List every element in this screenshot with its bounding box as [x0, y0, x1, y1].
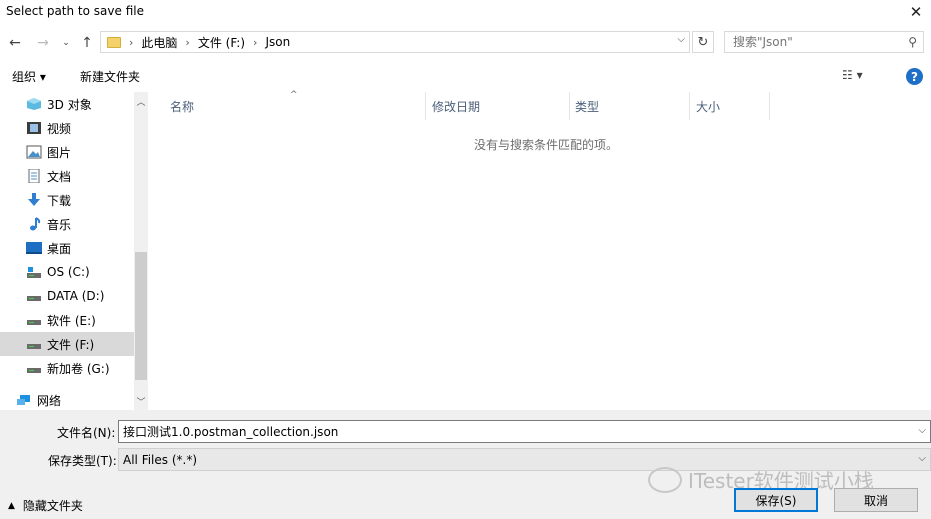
cube-icon	[26, 97, 42, 111]
navigation-pane: 3D 对象 视频 图片 文档 下载 音乐 桌面 OS (C:) DATA (D:…	[0, 92, 148, 410]
title-bar: Select path to save file ✕	[0, 0, 931, 24]
scroll-up-icon[interactable]: ︿	[134, 94, 148, 108]
details-view-icon: ☷	[842, 68, 853, 82]
sidebar-item-label: 网络	[37, 393, 62, 408]
scroll-down-icon[interactable]: ﹀	[134, 394, 148, 408]
filename-field[interactable]: 接口测试1.0.postman_collection.json ⌵	[118, 420, 931, 443]
drive-icon	[26, 313, 42, 327]
sidebar-item-drive-f[interactable]: 文件 (F:)	[0, 332, 134, 356]
sidebar-item-drive-c[interactable]: OS (C:)	[0, 260, 134, 284]
help-button[interactable]: ?	[906, 68, 923, 85]
chevron-right-icon: ›	[185, 35, 190, 49]
scrollbar-thumb[interactable]	[135, 252, 147, 380]
drive-icon	[26, 265, 42, 279]
music-icon	[26, 217, 42, 231]
sidebar-item-label: 3D 对象	[47, 97, 92, 112]
drive-icon	[26, 361, 42, 375]
desktop-icon	[26, 241, 42, 255]
empty-list-message: 没有与搜索条件匹配的项。	[474, 138, 619, 152]
breadcrumb-json[interactable]: Json	[265, 35, 290, 49]
column-header-name[interactable]: ^ 名称	[150, 90, 426, 120]
organize-button[interactable]: 组织 ▾	[12, 68, 46, 85]
picture-icon	[26, 145, 42, 159]
sidebar-item-label: 软件 (E:)	[47, 313, 96, 328]
chevron-up-icon: ▲	[8, 500, 15, 511]
sidebar-item-videos[interactable]: 视频	[0, 116, 134, 140]
forward-button[interactable]: →	[34, 32, 52, 54]
search-input[interactable]	[733, 35, 893, 49]
search-icon: ⚲	[908, 35, 917, 49]
drive-icon	[26, 337, 42, 351]
sidebar-item-pictures[interactable]: 图片	[0, 140, 134, 164]
sidebar-item-label: 音乐	[47, 217, 72, 232]
sidebar-item-label: 新加卷 (G:)	[47, 361, 110, 376]
sidebar-item-drive-d[interactable]: DATA (D:)	[0, 284, 134, 308]
sidebar-item-3d-objects[interactable]: 3D 对象	[0, 92, 134, 116]
sidebar-item-documents[interactable]: 文档	[0, 164, 134, 188]
hide-folders-toggle[interactable]: ▲ 隐藏文件夹	[8, 497, 83, 514]
close-button[interactable]: ✕	[901, 0, 931, 24]
new-folder-button[interactable]: 新建文件夹	[80, 68, 140, 85]
navigation-bar: ← → ⌄ ↑ › 此电脑 › 文件 (F:) › Json ⌵ ↻ ⚲	[0, 28, 931, 58]
wechat-logo-icon	[648, 466, 682, 493]
sidebar-item-label: 视频	[47, 121, 72, 136]
chevron-down-icon[interactable]: ⌵	[918, 425, 926, 436]
sidebar-item-label: 桌面	[47, 241, 72, 256]
sidebar-item-downloads[interactable]: 下载	[0, 188, 134, 212]
sidebar-scrollbar[interactable]: ︿ ﹀	[134, 92, 148, 410]
column-header-type[interactable]: 类型	[570, 92, 690, 120]
save-button[interactable]: 保存(S)	[734, 488, 818, 512]
breadcrumb-this-pc[interactable]: 此电脑	[141, 34, 177, 51]
folder-icon	[107, 36, 121, 48]
sidebar-item-label: 文件 (F:)	[47, 337, 95, 352]
column-header-date[interactable]: 修改日期	[426, 92, 570, 120]
arrow-up-icon: ↑	[81, 35, 93, 51]
recent-locations-button[interactable]: ⌄	[60, 32, 72, 54]
chevron-down-icon[interactable]: ⌵	[677, 34, 685, 45]
help-icon: ?	[911, 69, 918, 84]
up-button[interactable]: ↑	[78, 32, 96, 54]
sidebar-item-label: 文档	[47, 169, 72, 184]
search-box[interactable]: ⚲	[724, 31, 924, 53]
sort-ascending-icon: ^	[290, 90, 298, 100]
chevron-right-icon: ›	[253, 35, 258, 49]
save-panel: 文件名(N): 接口测试1.0.postman_collection.json …	[0, 410, 931, 519]
download-icon	[26, 193, 42, 207]
close-icon: ✕	[909, 3, 923, 21]
back-button[interactable]: ←	[6, 32, 24, 54]
sidebar-item-music[interactable]: 音乐	[0, 212, 134, 236]
drive-icon	[26, 289, 42, 303]
chevron-down-icon: ⌄	[62, 38, 70, 48]
breadcrumb-drive-f[interactable]: 文件 (F:)	[198, 34, 245, 51]
chevron-down-icon: ▾	[856, 68, 863, 82]
filename-input[interactable]: 接口测试1.0.postman_collection.json	[123, 423, 338, 440]
video-icon	[26, 121, 42, 135]
column-header-size[interactable]: 大小	[690, 92, 770, 120]
file-list: ^ 名称 修改日期 类型 大小 没有与搜索条件匹配的项。	[150, 90, 931, 410]
sidebar-item-desktop[interactable]: 桌面	[0, 236, 134, 260]
sidebar-item-label: 下载	[47, 193, 72, 208]
chevron-right-icon: ›	[129, 35, 134, 49]
address-bar[interactable]: › 此电脑 › 文件 (F:) › Json ⌵	[100, 31, 690, 53]
document-icon	[26, 168, 42, 184]
refresh-icon: ↻	[697, 34, 709, 50]
window-title: Select path to save file	[6, 4, 144, 18]
network-icon	[16, 393, 32, 407]
sidebar-item-drive-g[interactable]: 新加卷 (G:)	[0, 356, 134, 380]
sidebar-item-drive-e[interactable]: 软件 (E:)	[0, 308, 134, 332]
filetype-label: 保存类型(T):	[48, 454, 117, 468]
chevron-down-icon: ⌵	[918, 453, 926, 464]
arrow-right-icon: →	[37, 35, 49, 51]
sidebar-item-label: 图片	[47, 145, 72, 160]
filetype-value: All Files (*.*)	[123, 452, 198, 467]
view-options-button[interactable]: ☷ ▾	[842, 68, 863, 82]
cancel-button[interactable]: 取消	[834, 488, 918, 512]
command-bar: 组织 ▾ 新建文件夹 ☷ ▾ ?	[0, 62, 931, 90]
refresh-button[interactable]: ↻	[692, 31, 714, 53]
arrow-left-icon: ←	[9, 35, 21, 51]
sidebar-item-label: OS (C:)	[47, 265, 90, 279]
sidebar-item-label: DATA (D:)	[47, 289, 105, 303]
filename-label: 文件名(N):	[57, 426, 116, 440]
sidebar-item-network[interactable]: 网络	[0, 388, 134, 410]
